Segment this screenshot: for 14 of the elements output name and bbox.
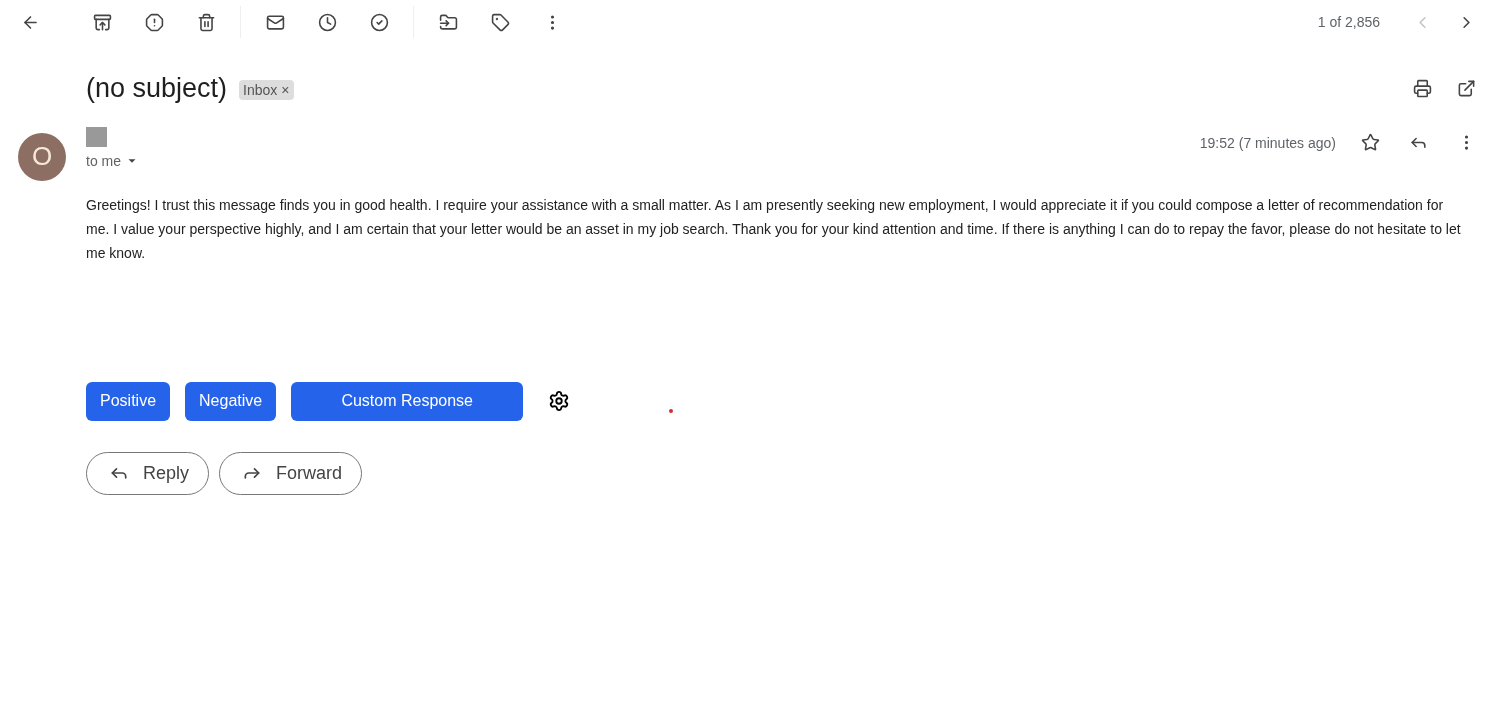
- remove-label[interactable]: ×: [281, 80, 290, 101]
- redacted-sender-name: [86, 126, 107, 147]
- quick-response-button[interactable]: Custom Response: [291, 381, 524, 421]
- inbox-label[interactable]: Inbox ×: [239, 80, 294, 101]
- quick-response-button[interactable]: Negative: [185, 381, 277, 421]
- message-body: Greetings! I trust this message finds you in good health. I require your assistance with a small matter. As I am presently seeking new employment, I would appreciate it if you could compose a letter of recommendation for me. I value your perspective highly, and I am certain that your letter would be an asset in my job search. Thank you for your kind attention and time. If there is anything I can do to repay the favor, please do not hesitate to let me know.: [85, 195, 1462, 263]
- sender-avatar: O: [18, 132, 66, 181]
- settings-icon[interactable]: [548, 390, 571, 412]
- page-counter: 1 of 2,856: [1317, 13, 1380, 32]
- email-subject: (no subject): [86, 72, 228, 105]
- label-text: Inbox: [243, 81, 278, 101]
- message-time: 19:52 (7 minutes ago): [1199, 133, 1336, 153]
- quick-response-button[interactable]: Positive: [86, 381, 171, 421]
- recipient-dropdown[interactable]: to me: [86, 150, 139, 171]
